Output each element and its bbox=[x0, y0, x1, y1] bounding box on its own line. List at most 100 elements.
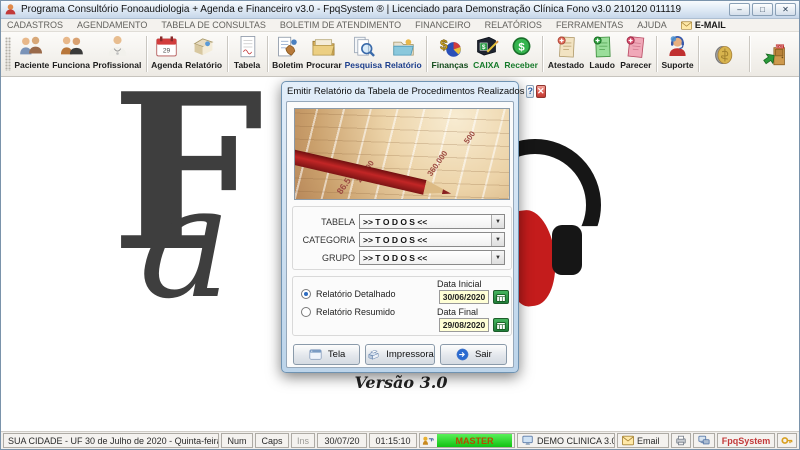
status-time: 01:15:10 bbox=[369, 433, 417, 448]
statusbar: SUA CIDADE - UF 30 de Julho de 2020 - Qu… bbox=[1, 431, 799, 449]
data-inicial-calendar-button[interactable] bbox=[493, 290, 509, 304]
svg-text:EXIT: EXIT bbox=[776, 44, 783, 48]
toolbar-laudo[interactable]: Laudo bbox=[586, 33, 619, 75]
toolbar-procurar[interactable]: Procurar bbox=[305, 33, 343, 75]
impressora-button[interactable]: Impressora bbox=[365, 344, 435, 365]
menu-email[interactable]: E-MAIL bbox=[680, 20, 726, 30]
status-security[interactable] bbox=[777, 433, 797, 448]
toolbar-label: Relatório bbox=[185, 60, 223, 70]
toolbar-relatorio-pesquisa[interactable]: Relatório bbox=[383, 33, 423, 75]
email-icon bbox=[680, 20, 692, 30]
status-printer[interactable] bbox=[671, 433, 691, 448]
finances-icon: $ bbox=[440, 36, 462, 57]
toolbar-label: Relatório bbox=[384, 60, 422, 70]
tabela-combobox[interactable]: >> T O D O S << ▼ bbox=[359, 214, 505, 229]
radio-resumido[interactable]: Relatório Resumido bbox=[301, 307, 395, 317]
toolbar-moeda[interactable] bbox=[702, 33, 746, 75]
chevron-down-icon[interactable]: ▼ bbox=[491, 233, 504, 246]
toolbar-atestado[interactable]: Atestado bbox=[546, 33, 585, 75]
table-document-icon bbox=[240, 36, 255, 58]
toolbar-separator bbox=[266, 36, 268, 72]
user-key-icon bbox=[422, 436, 434, 445]
chevron-down-icon[interactable]: ▼ bbox=[491, 215, 504, 228]
menu-boletim-de-atendimento[interactable]: BOLETIM DE ATENDIMENTO bbox=[280, 20, 401, 30]
app-window: Programa Consultório Fonoaudiologia + Ag… bbox=[0, 0, 800, 450]
radio-button[interactable] bbox=[301, 289, 311, 299]
options-groupbox: Relatório Detalhado Relatório Resumido D… bbox=[292, 276, 512, 336]
data-inicial-field[interactable]: 30/06/2020 bbox=[439, 290, 489, 304]
toolbar-financas[interactable]: $ Finanças bbox=[430, 33, 470, 75]
printer-icon bbox=[676, 435, 686, 446]
status-date: 30/07/20 bbox=[317, 433, 367, 448]
app-icon bbox=[5, 4, 16, 15]
data-final-label: Data Final bbox=[437, 307, 479, 317]
menu-ajuda[interactable]: AJUDA bbox=[637, 20, 667, 30]
toolbar-agenda[interactable]: 29 Agenda bbox=[150, 33, 184, 75]
radio-button[interactable] bbox=[301, 307, 311, 317]
toolbar-caixa[interactable]: $ CAIXA bbox=[470, 33, 503, 75]
close-button[interactable]: ✕ bbox=[775, 3, 796, 16]
status-user: MASTER bbox=[419, 433, 515, 448]
dialog-help-button[interactable]: ? bbox=[526, 85, 534, 98]
toolbar-parecer[interactable]: Parecer bbox=[619, 33, 653, 75]
categoria-combobox[interactable]: >> T O D O S << ▼ bbox=[359, 232, 505, 247]
toolbar-label: Finanças bbox=[431, 60, 469, 70]
toolbar: Paciente Funciona Profissional 29 Agenda… bbox=[1, 32, 799, 77]
toolbar-grip[interactable] bbox=[5, 37, 11, 71]
toolbar-receber[interactable]: $ Receber bbox=[503, 33, 540, 75]
maximize-button[interactable]: □ bbox=[752, 3, 773, 16]
data-final-calendar-button[interactable] bbox=[493, 318, 509, 332]
svg-text:29: 29 bbox=[163, 48, 171, 55]
dialog-title: Emitir Relatório da Tabela de Procedimen… bbox=[287, 86, 525, 97]
menu-tabela-de-consultas[interactable]: TABELA DE CONSULTAS bbox=[161, 20, 266, 30]
data-final-field[interactable]: 29/08/2020 bbox=[439, 318, 489, 332]
status-network[interactable] bbox=[693, 433, 715, 448]
status-caps: Caps bbox=[255, 433, 289, 448]
toolbar-funcionaria[interactable]: Funciona bbox=[51, 33, 92, 75]
menu-financeiro[interactable]: FINANCEIRO bbox=[415, 20, 471, 30]
dialog-close-button[interactable]: ✕ bbox=[535, 85, 546, 98]
status-email[interactable]: Email bbox=[617, 433, 669, 448]
sair-button[interactable]: Sair bbox=[439, 344, 508, 365]
search-documents-icon bbox=[353, 36, 375, 57]
folder-icon bbox=[312, 39, 336, 56]
svg-text:$: $ bbox=[482, 44, 486, 51]
calendar-picker-icon bbox=[496, 322, 506, 330]
radio-detalhado[interactable]: Relatório Detalhado bbox=[301, 289, 396, 299]
tela-button[interactable]: Tela bbox=[293, 344, 361, 365]
toolbar-separator bbox=[655, 36, 657, 72]
master-indicator: MASTER bbox=[437, 434, 512, 447]
toolbar-pesquisa[interactable]: Pesquisa bbox=[343, 33, 383, 75]
menu-agendamento[interactable]: AGENDAMENTO bbox=[77, 20, 147, 30]
toolbar-tabela[interactable]: Tabela bbox=[231, 33, 264, 75]
toolbar-relatorio-agenda[interactable]: Relatório bbox=[184, 33, 224, 75]
data-inicial-label: Data Inicial bbox=[437, 279, 482, 289]
toolbar-profissional[interactable]: Profissional bbox=[91, 33, 142, 75]
toolbar-suporte[interactable]: Suporte bbox=[660, 33, 695, 75]
toolbar-sair[interactable]: EXIT bbox=[753, 33, 797, 75]
status-brand: FpqSystem bbox=[717, 433, 775, 448]
menu-relatorios[interactable]: RELATÓRIOS bbox=[485, 20, 542, 30]
minimize-button[interactable]: – bbox=[729, 3, 750, 16]
logo-letter-a: a bbox=[139, 152, 232, 333]
menu-ferramentas[interactable]: FERRAMENTAS bbox=[556, 20, 623, 30]
doctor-icon bbox=[108, 36, 126, 56]
calendar-picker-icon bbox=[496, 294, 506, 302]
employees-icon bbox=[60, 36, 83, 55]
certificate-icon bbox=[557, 36, 575, 58]
headphone-earcup bbox=[552, 225, 582, 275]
toolbar-label: Funciona bbox=[52, 60, 90, 70]
email-icon bbox=[622, 435, 634, 446]
grupo-combobox[interactable]: >> T O D O S << ▼ bbox=[359, 250, 505, 265]
status-num: Num bbox=[221, 433, 253, 448]
toolbar-paciente[interactable]: Paciente bbox=[13, 33, 51, 75]
menu-cadastros[interactable]: CADASTROS bbox=[7, 20, 63, 30]
report-folder-icon bbox=[393, 39, 414, 56]
toolbar-separator bbox=[426, 36, 428, 72]
toolbar-boletim[interactable]: Boletim bbox=[271, 33, 305, 75]
exit-door-icon: EXIT bbox=[762, 43, 785, 65]
window-title: Programa Consultório Fonoaudiologia + Ag… bbox=[21, 4, 682, 15]
toolbar-label: Atestado bbox=[547, 60, 585, 70]
chevron-down-icon[interactable]: ▼ bbox=[491, 251, 504, 264]
medical-report-icon bbox=[593, 36, 611, 58]
